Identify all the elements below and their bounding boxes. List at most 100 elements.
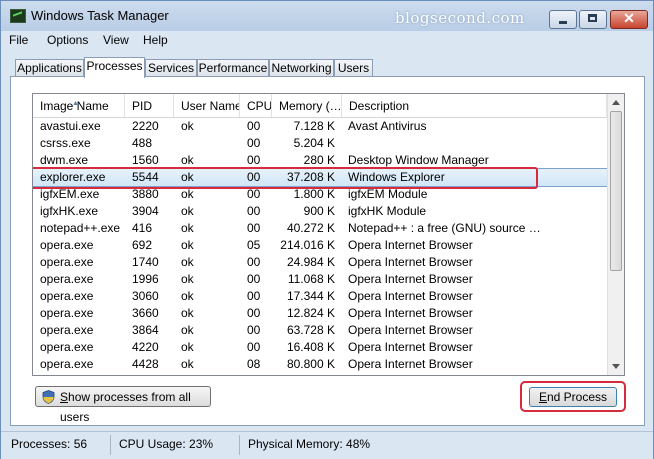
column-image-name[interactable]: ▲ Image Name	[33, 94, 125, 117]
cell-name: opera.exe	[40, 306, 94, 320]
cell-memory: 17.344 K	[286, 289, 335, 303]
task-manager-icon	[10, 9, 26, 23]
minimize-button[interactable]	[549, 10, 577, 29]
scroll-up-icon[interactable]	[612, 100, 620, 105]
scroll-down-icon[interactable]	[612, 364, 620, 369]
cell-description: Notepad++ : a free (GNU) source …	[348, 221, 541, 235]
cell-description: Opera Internet Browser	[348, 323, 473, 337]
table-row[interactable]: igfxEM.exe 3880 ok 00 1.800 K igfxEM Module	[33, 186, 607, 203]
cell-cpu: 00	[247, 187, 261, 201]
cell-pid: 3904	[132, 204, 159, 218]
maximize-button[interactable]	[579, 10, 607, 29]
table-row[interactable]: opera.exe 3060 ok 00 17.344 K Opera Internet …	[33, 288, 607, 305]
cell-user: ok	[181, 306, 194, 320]
maximize-icon	[588, 14, 597, 22]
column-memory[interactable]: Memory (…	[272, 94, 342, 117]
close-button[interactable]: ✕	[610, 10, 648, 29]
cell-pid: 2220	[132, 119, 159, 133]
show-all-label: Show processes from all users	[60, 390, 191, 424]
status-processes: Processes: 56	[11, 437, 88, 451]
menu-options[interactable]: Options	[47, 33, 88, 47]
cell-cpu: 08	[247, 357, 261, 371]
cell-pid: 3864	[132, 323, 159, 337]
cell-pid: 416	[132, 221, 153, 235]
cell-description: Opera Internet Browser	[348, 306, 473, 320]
table-row[interactable]: opera.exe 3864 ok 00 63.728 K Opera Internet …	[33, 322, 607, 339]
cell-name: csrss.exe	[40, 136, 91, 150]
cell-memory: 5.204 K	[293, 136, 335, 150]
cell-description: Opera Internet Browser	[348, 238, 473, 252]
tab-networking[interactable]: Networking	[269, 59, 334, 76]
menu-view[interactable]: View	[103, 33, 129, 47]
cell-name: notepad++.exe	[40, 221, 121, 235]
menu-file[interactable]: File	[9, 33, 28, 47]
table-row[interactable]: csrss.exe 488 00 5.204 K	[33, 135, 607, 152]
tab-users[interactable]: Users	[334, 59, 373, 76]
status-cpu-usage: CPU Usage: 23%	[119, 437, 214, 451]
table-row[interactable]: avastui.exe 2220 ok 00 7.128 K Avast Antiviru…	[33, 118, 607, 135]
cell-user: ok	[181, 187, 194, 201]
cell-user: ok	[181, 272, 194, 286]
cell-pid: 488	[132, 136, 153, 150]
cell-user: ok	[181, 255, 194, 269]
cell-description: Opera Internet Browser	[348, 272, 473, 286]
cell-name: opera.exe	[40, 255, 94, 269]
title-bar[interactable]: Windows Task Manager blogsecond.com ✕	[1, 1, 653, 31]
cell-pid: 692	[132, 238, 153, 252]
cell-name: igfxHK.exe	[40, 204, 99, 218]
cell-pid: 4428	[132, 357, 159, 371]
vertical-scrollbar[interactable]	[607, 94, 624, 375]
cell-cpu: 05	[247, 238, 261, 252]
cell-pid: 3060	[132, 289, 159, 303]
show-all-processes-button[interactable]: Show processes from all users	[35, 386, 211, 424]
tab-applications[interactable]: Applications	[15, 59, 84, 76]
status-separator	[239, 435, 240, 455]
watermark-text: blogsecond.com	[395, 9, 525, 27]
tab-performance[interactable]: Performance	[197, 59, 269, 76]
table-row[interactable]: opera.exe 1740 ok 00 24.984 K Opera Internet …	[33, 254, 607, 271]
cell-cpu: 00	[247, 119, 261, 133]
cell-memory: 24.984 K	[286, 255, 335, 269]
cell-name: opera.exe	[40, 272, 94, 286]
table-row[interactable]: opera.exe 1996 ok 00 11.068 K Opera Internet …	[33, 271, 607, 288]
cell-name: igfxEM.exe	[40, 187, 100, 201]
column-pid[interactable]: PID	[125, 94, 174, 117]
table-row[interactable]: explorer.exe 5544 ok 00 37.208 K Windows Expl…	[33, 167, 608, 189]
cell-memory: 40.272 K	[286, 221, 335, 235]
cell-name: opera.exe	[40, 340, 94, 354]
cell-description: igfxHK Module	[348, 204, 427, 218]
cell-description: Opera Internet Browser	[348, 289, 473, 303]
table-row[interactable]: opera.exe 3660 ok 00 12.824 K Opera Internet …	[33, 305, 607, 322]
window-title: Windows Task Manager	[31, 8, 169, 23]
column-description[interactable]: Description	[342, 94, 607, 117]
scrollbar-thumb[interactable]	[610, 111, 622, 271]
cell-name: opera.exe	[40, 238, 94, 252]
table-row[interactable]: igfxHK.exe 3904 ok 00 900 K igfxHK Module	[33, 203, 607, 220]
minimize-icon	[559, 21, 567, 24]
cell-memory: 12.824 K	[286, 306, 335, 320]
table-row[interactable]: opera.exe 692 ok 05 214.016 K Opera Internet …	[33, 237, 607, 254]
end-process-button[interactable]: End Process	[529, 387, 617, 407]
tab-processes[interactable]: Processes	[84, 57, 145, 78]
cell-memory: 214.016 K	[280, 238, 335, 252]
cell-memory: 11.068 K	[287, 272, 335, 286]
tab-services[interactable]: Services	[145, 59, 197, 76]
cell-pid: 1996	[132, 272, 159, 286]
column-user-name[interactable]: User Name	[174, 94, 240, 117]
column-cpu[interactable]: CPU	[240, 94, 272, 117]
cell-user: ok	[181, 221, 194, 235]
process-list[interactable]: ▲ Image Name PID User Name CPU Memory (……	[32, 93, 625, 376]
cell-user: ok	[181, 323, 194, 337]
menu-help[interactable]: Help	[143, 33, 168, 47]
cell-user: ok	[181, 340, 194, 354]
cell-memory: 900 K	[303, 204, 335, 218]
table-row[interactable]: opera.exe 4428 ok 08 80.800 K Opera Internet …	[33, 356, 607, 373]
cell-user: ok	[181, 357, 194, 371]
table-row[interactable]: opera.exe 4220 ok 00 16.408 K Opera Internet …	[33, 339, 607, 356]
cell-name: opera.exe	[40, 323, 94, 337]
cell-cpu: 00	[247, 221, 261, 235]
cell-description: Avast Antivirus	[348, 119, 427, 133]
cell-user: ok	[181, 119, 194, 133]
table-row[interactable]: notepad++.exe 416 ok 00 40.272 K Notepad++ : …	[33, 220, 607, 237]
cell-description: Opera Internet Browser	[348, 340, 473, 354]
